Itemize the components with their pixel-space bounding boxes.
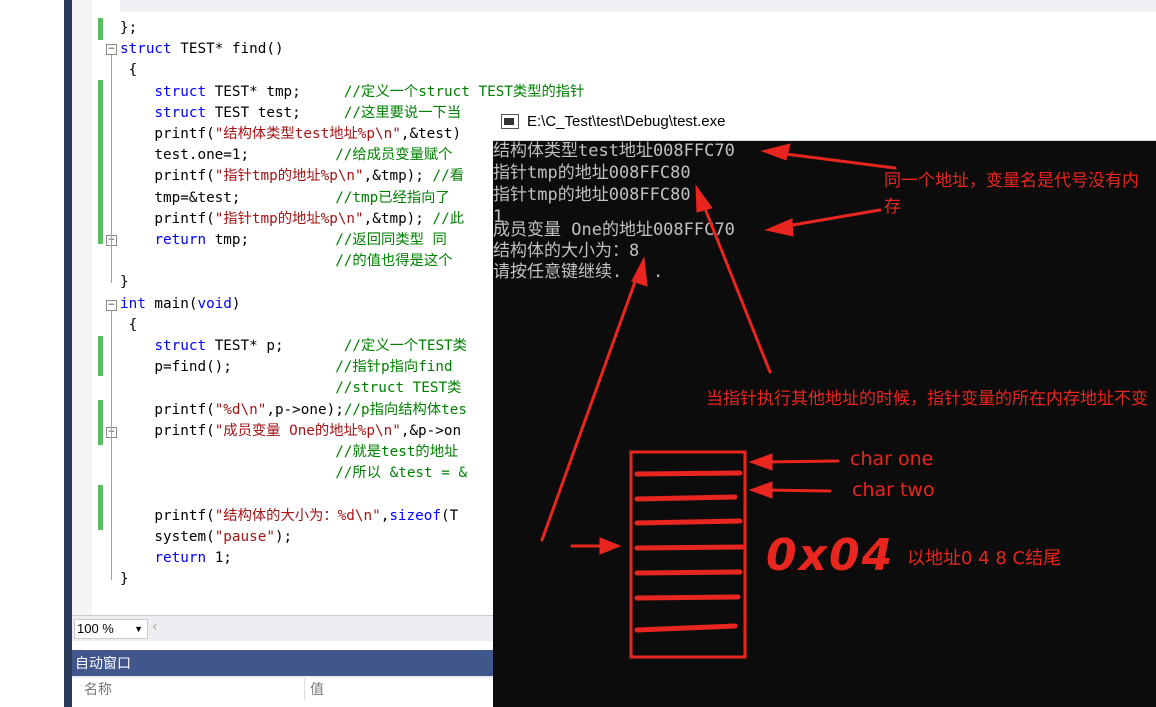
arrowhead <box>764 218 794 237</box>
arrow-line <box>540 266 642 542</box>
memory-slot-line <box>634 594 741 601</box>
memory-slot-line <box>634 494 738 502</box>
annotation-drawings <box>540 143 897 659</box>
arrow-line <box>768 150 897 170</box>
arrowhead <box>748 453 773 471</box>
arrowhead <box>631 256 648 287</box>
memory-slot-line <box>634 518 743 526</box>
arrow-line <box>698 194 772 374</box>
arrowhead <box>748 481 773 499</box>
memory-slot-line <box>634 623 738 633</box>
memory-slot-line <box>634 569 743 576</box>
memory-slot-line <box>634 544 745 551</box>
arrowhead <box>760 143 791 161</box>
arrowhead <box>599 537 622 555</box>
arrowhead <box>695 184 713 213</box>
memory-slot-line <box>634 470 743 477</box>
